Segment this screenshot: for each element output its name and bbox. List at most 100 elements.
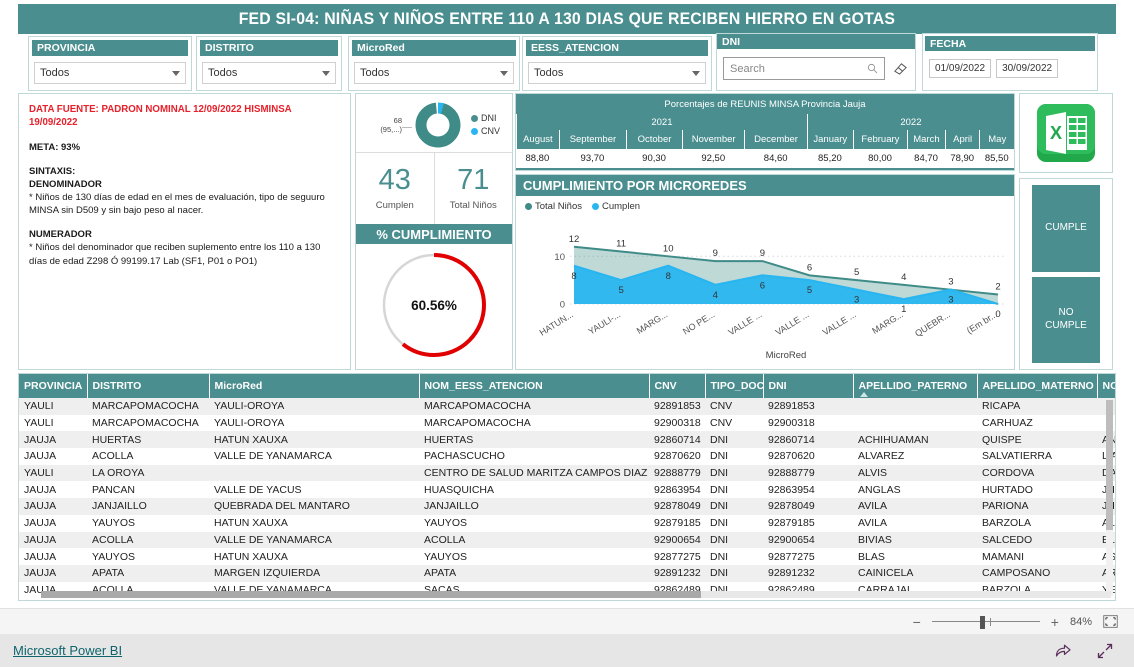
chart-data-label: 3	[948, 277, 953, 288]
zoom-in-button[interactable]: +	[1051, 615, 1059, 629]
slicer-distrito[interactable]: DISTRITO Todos	[196, 36, 342, 91]
legend-label-total-ninos: Total Niños	[535, 201, 582, 212]
table-row[interactable]: YAULI MARCAPOMACOCHA YAULI-OROYA MARCAPOMAC…	[19, 398, 1115, 415]
slicer-eess-atencion[interactable]: EESS_ATENCION Todos	[522, 36, 712, 91]
table-header-microred[interactable]: MicroRed	[209, 374, 420, 398]
kpi-total-card: 71 Total Niños	[433, 153, 513, 224]
table-cell: DNI	[710, 517, 729, 530]
table-cell: DNI	[705, 431, 763, 449]
table-cell: JANJAILLO	[419, 498, 649, 515]
excel-export-card[interactable]: X	[1019, 93, 1113, 173]
zoom-out-button[interactable]: −	[913, 615, 921, 629]
fecha-start-input[interactable]: 01/09/2022	[929, 59, 992, 78]
table-header-provincia[interactable]: PROVINCIA	[19, 374, 88, 398]
share-icon[interactable]	[1054, 642, 1072, 660]
table-cell: ACHIHUAMAN	[853, 431, 977, 449]
fit-to-page-icon[interactable]	[1103, 615, 1118, 628]
table-cell: YAUYOS	[424, 550, 467, 563]
zoom-slider-knob[interactable]	[979, 615, 985, 629]
table-vertical-scroll-thumb[interactable]	[1106, 400, 1113, 530]
table-row[interactable]: JAUJA JANJAILLO QUEBRADA DEL MANTARO JANJAI…	[19, 498, 1115, 515]
table-cell: HATUN XAUXA	[214, 517, 288, 530]
chart-data-label: 6	[760, 280, 765, 291]
table-row[interactable]: JAUJA YAUYOS HATUN XAUXA YAUYOS 92879185 DNI 9…	[19, 515, 1115, 532]
table-row[interactable]: YAULI LA OROYA CENTRO DE SALUD MARITZA CAM…	[19, 464, 1115, 482]
table-row[interactable]: JAUJA HUERTAS HATUN XAUXA HUERTAS 92860714 DN…	[19, 431, 1115, 449]
slicer-dni[interactable]: DNI Search	[716, 33, 916, 91]
microsoft-power-bi-link[interactable]: Microsoft Power BI	[13, 643, 122, 658]
table-header-cnv[interactable]: CNV	[649, 374, 706, 398]
table-header-row[interactable]: PROVINCIA DISTRITO MicroRed NOM_EESS_ATENCI…	[19, 374, 1115, 398]
reunis-value-cell: 88,80	[525, 153, 550, 164]
chart-y-tick-label: 0	[560, 300, 565, 311]
table-cell: HURTADO	[982, 483, 1033, 496]
cumple-button[interactable]: CUMPLE	[1032, 185, 1100, 272]
table-header-nom[interactable]: NOM	[1097, 374, 1115, 398]
table-horizontal-scroll-thumb[interactable]	[41, 591, 701, 598]
slicer-provincia[interactable]: PROVINCIA Todos	[28, 36, 192, 91]
table-row[interactable]: YAULI MARCAPOMACOCHA YAULI-OROYA MARCAPOMAC…	[19, 415, 1115, 432]
reunis-value-cell: 92,50	[701, 153, 726, 164]
table-header-apellido-materno[interactable]: APELLIDO_MATERNO	[977, 374, 1098, 398]
table-cell: PACHASCUCHO	[424, 450, 505, 463]
table-cell: VALLE DE YANAMARCA	[209, 531, 419, 549]
table-cell: MARGEN IZQUIERDA	[209, 564, 419, 582]
chart-data-label: 5	[854, 267, 859, 278]
gauge-value-label: 60.56%	[411, 297, 457, 313]
no-cumple-button[interactable]: NO CUMPLE	[1032, 276, 1100, 363]
table-cell: 92860714	[649, 431, 705, 449]
table-row[interactable]: JAUJA PANCAN VALLE DE YACUS HUASQUICHA 92863…	[19, 481, 1115, 498]
chart-legend[interactable]: Total Niños Cumplen	[516, 196, 1014, 212]
slicer-microred[interactable]: MicroRed Todos	[348, 36, 520, 91]
fecha-end-input[interactable]: 30/09/2022	[996, 59, 1059, 78]
table-header-nom-eess-atencion[interactable]: NOM_EESS_ATENCION	[419, 374, 650, 398]
table-cell: MARCAPOMACOCHA	[87, 398, 209, 415]
table-cell: JAUJA	[19, 564, 87, 582]
slicer-fecha[interactable]: FECHA 01/09/2022 30/09/2022	[922, 33, 1098, 91]
slicer-distrito-dropdown[interactable]: Todos	[202, 62, 336, 84]
cumplimiento-por-microredes-chart[interactable]: CUMPLIMIENTO POR MICROREDES Total Niños …	[515, 174, 1015, 370]
kpi-cumplen-caption: Cumplen	[375, 200, 414, 211]
table-cell: ALVIS	[853, 464, 977, 482]
excel-export-icon[interactable]: X	[1035, 102, 1097, 164]
table-header-tipo-doc[interactable]: TIPO_DOC	[705, 374, 764, 398]
table-header-dni[interactable]: DNI	[763, 374, 854, 398]
table-row[interactable]: JAUJA APATA MARGEN IZQUIERDA APATA 92891232 D…	[19, 564, 1115, 582]
table-cell: YAULI	[19, 464, 87, 482]
slicer-provincia-dropdown[interactable]: Todos	[34, 62, 186, 84]
slicer-microred-dropdown[interactable]: Todos	[354, 62, 514, 84]
table-row[interactable]: JAUJA ACOLLA VALLE DE YANAMARCA PACHASCUCHO…	[19, 448, 1115, 465]
zoom-status-bar: − + 84%	[0, 608, 1134, 634]
slicer-eess-atencion-dropdown[interactable]: Todos	[528, 62, 706, 84]
clear-filter-button[interactable]	[891, 60, 909, 78]
table-cell: MARCAPOMACOCHA	[419, 398, 649, 415]
powerbi-report-canvas: FED SI-04: NIÑAS Y NIÑOS ENTRE 110 A 130…	[0, 0, 1134, 667]
zoom-slider-track	[931, 620, 1040, 622]
table-vertical-scrollbar[interactable]	[1106, 400, 1113, 596]
table-header-apellido-paterno[interactable]: APELLIDO_PATERNO	[853, 374, 978, 398]
legend-dot-dni	[471, 114, 478, 122]
chart-x-tick-label: MARG...	[870, 309, 905, 336]
table-cell: DNI	[710, 450, 729, 463]
fullscreen-icon[interactable]	[1096, 642, 1114, 660]
table-header-distrito[interactable]: DISTRITO	[87, 374, 210, 398]
reunis-month-header: February	[852, 130, 907, 149]
chart-data-label: 11	[616, 239, 626, 250]
slicer-eess-atencion-label: EESS_ATENCION	[526, 40, 708, 56]
table-horizontal-scrollbar[interactable]	[41, 591, 1111, 598]
reunis-month-header: November	[681, 130, 744, 149]
numerador-label: NUMERADOR	[29, 229, 92, 241]
chart-x-tick-label: VALLE ...	[821, 309, 858, 337]
zoom-slider[interactable]	[931, 615, 1040, 629]
legend-label-cnv: CNV	[481, 126, 501, 136]
chart-data-label: 8	[666, 271, 671, 282]
chart-data-label: 8	[571, 271, 576, 282]
beneficiary-data-table[interactable]: PROVINCIA DISTRITO MicroRed NOM_EESS_ATENCI…	[18, 373, 1116, 601]
table-row[interactable]: JAUJA ACOLLA VALLE DE YANAMARCA ACOLLA 92900…	[19, 531, 1115, 549]
table-cell: DNI	[710, 483, 729, 496]
table-row[interactable]: JAUJA YAUYOS HATUN XAUXA YAUYOS 92877275 DNI 9…	[19, 548, 1115, 565]
doc-type-donut-chart[interactable]: 68 (95,...) DNI CNV	[356, 94, 512, 152]
dni-search-input[interactable]: Search	[723, 57, 885, 80]
table-cell: MAMANI	[982, 550, 1024, 563]
table-cell	[209, 464, 419, 482]
